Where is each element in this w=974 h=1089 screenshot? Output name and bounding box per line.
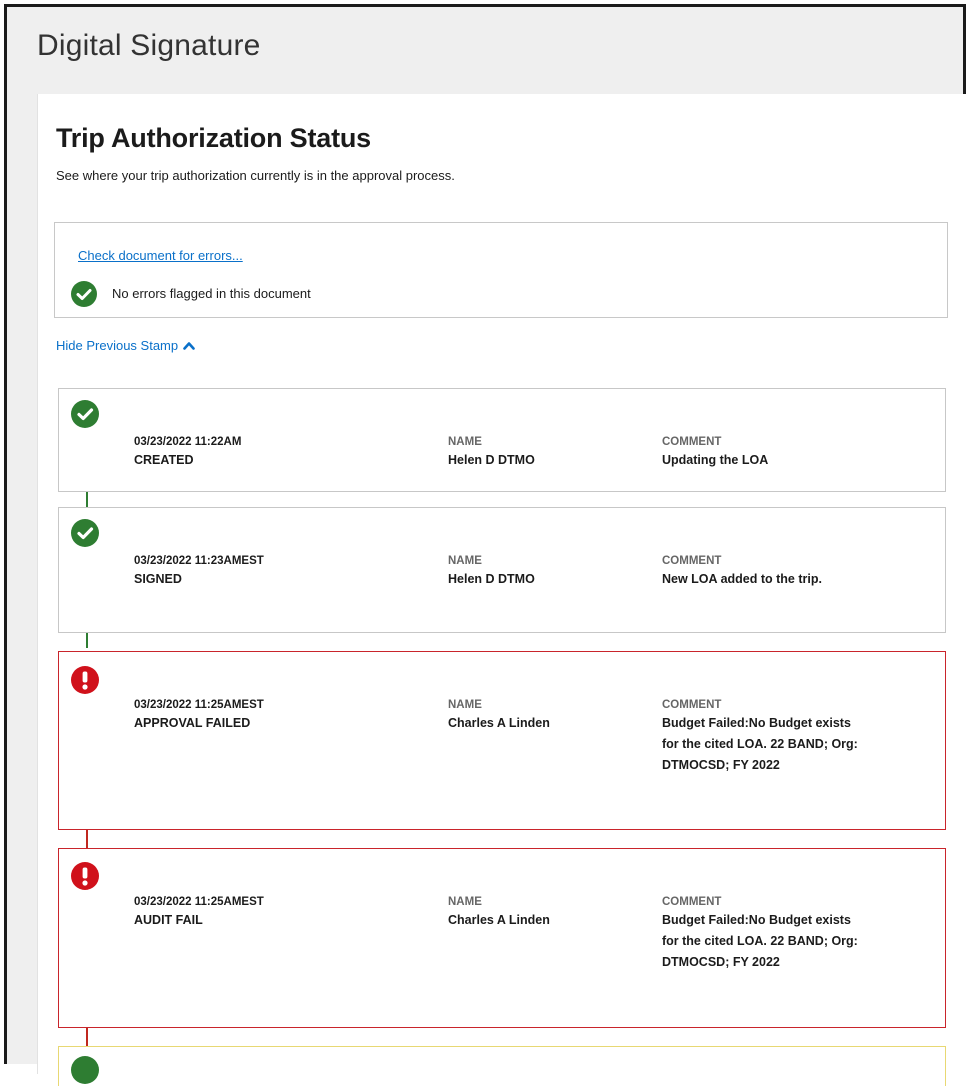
check-circle-icon bbox=[71, 1056, 99, 1084]
stamp-row: 03/23/2022 11:25AMEST APPROVAL FAILED NA… bbox=[58, 651, 946, 830]
stamp-row-pending bbox=[58, 1046, 946, 1086]
stamp-row: 03/23/2022 11:23AMEST SIGNED NAME Helen … bbox=[58, 507, 946, 633]
hide-previous-stamp-toggle[interactable]: Hide Previous Stamp bbox=[56, 338, 195, 353]
stamp-status: AUDIT FAIL bbox=[134, 913, 203, 927]
stamp-name: Helen D DTMO bbox=[448, 453, 535, 467]
app-title: Digital Signature bbox=[37, 29, 261, 62]
stamp-comment: Updating the LOA bbox=[662, 453, 769, 467]
chevron-up-icon bbox=[183, 338, 195, 353]
check-circle-icon bbox=[71, 400, 99, 428]
status-card: Trip Authorization Status See where your… bbox=[37, 94, 969, 1086]
comment-label: COMMENT bbox=[662, 555, 722, 567]
stamp-name: Charles A Linden bbox=[448, 716, 550, 730]
stamp-comment: New LOA added to the trip. bbox=[662, 572, 822, 586]
no-errors-status: No errors flagged in this document bbox=[112, 286, 311, 301]
name-label: NAME bbox=[448, 699, 482, 711]
stamp-status: APPROVAL FAILED bbox=[134, 716, 251, 730]
page-subtitle: See where your trip authorization curren… bbox=[56, 168, 455, 183]
stamp-row: 03/23/2022 11:22AM CREATED NAME Helen D … bbox=[58, 388, 946, 492]
comment-label: COMMENT bbox=[662, 699, 722, 711]
stamp-name: Helen D DTMO bbox=[448, 572, 535, 586]
stamp-comment: Budget Failed:No Budget exists for the c… bbox=[662, 913, 858, 969]
name-label: NAME bbox=[448, 555, 482, 567]
name-label: NAME bbox=[448, 436, 482, 448]
comment-label: COMMENT bbox=[662, 896, 722, 908]
digital-signature-window: Digital Signature Trip Authorization Sta… bbox=[4, 4, 969, 1086]
stamp-status: SIGNED bbox=[134, 572, 182, 586]
stamp-status: CREATED bbox=[134, 453, 194, 467]
name-label: NAME bbox=[448, 896, 482, 908]
hide-previous-stamp-label: Hide Previous Stamp bbox=[56, 338, 179, 353]
stamp-timestamp: 03/23/2022 11:25AMEST bbox=[134, 896, 264, 908]
page-title: Trip Authorization Status bbox=[56, 123, 371, 153]
error-circle-icon bbox=[71, 862, 99, 890]
error-circle-icon bbox=[71, 666, 99, 694]
stamp-timestamp: 03/23/2022 11:25AMEST bbox=[134, 699, 264, 711]
check-errors-link[interactable]: Check document for errors... bbox=[78, 248, 243, 263]
stamp-name: Charles A Linden bbox=[448, 913, 550, 927]
check-circle-icon bbox=[71, 519, 99, 547]
comment-label: COMMENT bbox=[662, 436, 722, 448]
stamp-row: 03/23/2022 11:25AMEST AUDIT FAIL NAME Ch… bbox=[58, 848, 946, 1028]
error-check-panel: Check document for errors... No errors f… bbox=[54, 222, 948, 318]
stamp-timestamp: 03/23/2022 11:22AM bbox=[134, 436, 242, 448]
check-circle-icon bbox=[71, 281, 97, 307]
stamp-comment: Budget Failed:No Budget exists for the c… bbox=[662, 716, 858, 772]
stamp-timestamp: 03/23/2022 11:23AMEST bbox=[134, 555, 264, 567]
